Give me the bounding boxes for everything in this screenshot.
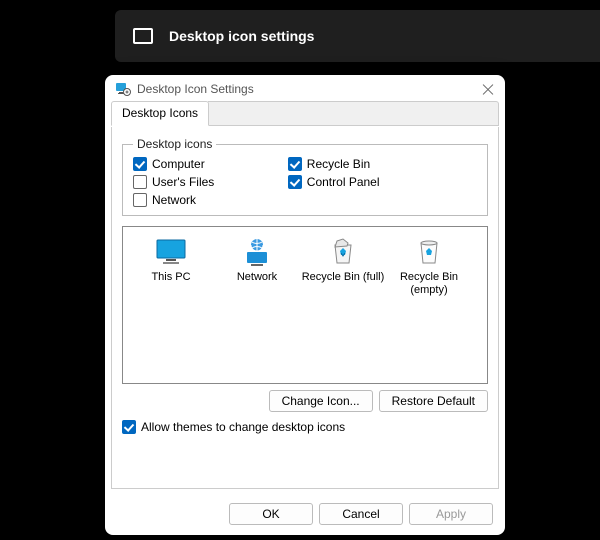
desktop-icons-group: Desktop icons Computer User's Files Netw… [122,137,488,216]
preview-recycle-bin-full[interactable]: Recycle Bin (full) [301,237,385,297]
dialog-footer: OK Cancel Apply [105,495,505,535]
close-icon[interactable] [481,82,495,96]
checkbox-label: Allow themes to change desktop icons [141,420,345,434]
group-legend: Desktop icons [133,137,216,151]
checkbox-label: Network [152,193,196,207]
recycle-bin-full-icon [326,237,360,267]
check-icon [133,175,147,189]
desktop-icon-settings-dialog: Desktop Icon Settings Desktop Icons Desk… [105,75,505,535]
icon-preview-box: This PC Network [122,226,488,384]
checkbox-users-files[interactable]: User's Files [133,175,288,189]
checkbox-control-panel[interactable]: Control Panel [288,175,477,189]
check-icon [288,157,302,171]
checkbox-label: User's Files [152,175,214,189]
check-icon [133,157,147,171]
tab-strip: Desktop Icons [105,101,505,127]
icon-label: Network [237,271,277,283]
display-settings-icon [115,81,131,97]
monitor-icon [133,28,153,44]
preview-this-pc[interactable]: This PC [129,237,213,297]
icon-label: Recycle Bin (full) [302,271,385,283]
ok-button[interactable]: OK [229,503,313,525]
tab-strip-filler [208,101,499,126]
checkbox-label: Recycle Bin [307,157,370,171]
icon-label: Recycle Bin (empty) [400,271,458,296]
icon-buttons-row: Change Icon... Restore Default [122,390,488,412]
check-icon [122,420,136,434]
checkbox-label: Computer [152,157,205,171]
checkbox-recycle-bin[interactable]: Recycle Bin [288,157,477,171]
network-icon [240,237,274,267]
cancel-button[interactable]: Cancel [319,503,403,525]
checkbox-computer[interactable]: Computer [133,157,288,171]
preview-network[interactable]: Network [215,237,299,297]
this-pc-icon [154,237,188,267]
checkbox-network[interactable]: Network [133,193,288,207]
checkbox-allow-themes[interactable]: Allow themes to change desktop icons [122,420,345,434]
dialog-title: Desktop Icon Settings [137,82,254,96]
restore-default-button[interactable]: Restore Default [379,390,488,412]
recycle-bin-empty-icon [412,237,446,267]
title-bar: Desktop Icon Settings [105,75,505,101]
check-icon [288,175,302,189]
change-icon-button[interactable]: Change Icon... [269,390,373,412]
settings-banner: Desktop icon settings [115,10,600,62]
check-icon [133,193,147,207]
apply-button[interactable]: Apply [409,503,493,525]
tab-panel: Desktop icons Computer User's Files Netw… [111,127,499,489]
banner-title: Desktop icon settings [169,28,314,44]
checkbox-label: Control Panel [307,175,380,189]
preview-recycle-bin-empty[interactable]: Recycle Bin (empty) [387,237,471,297]
tab-desktop-icons[interactable]: Desktop Icons [111,101,209,126]
icon-label: This PC [151,271,190,283]
